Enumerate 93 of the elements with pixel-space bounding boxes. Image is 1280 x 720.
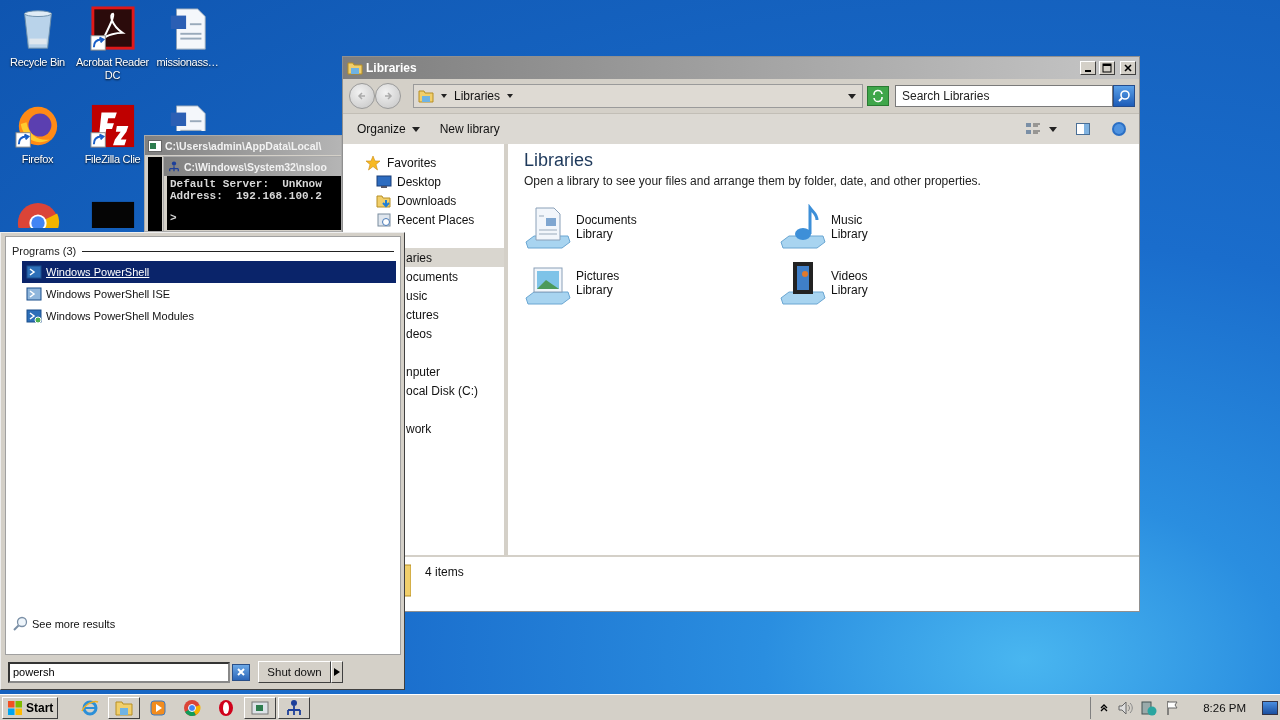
nav-item[interactable]: Favorites — [343, 153, 504, 172]
pdf-reader-icon[interactable] — [89, 6, 136, 52]
see-more-link[interactable]: See more results — [32, 618, 116, 630]
close-icon — [1123, 63, 1133, 73]
library-type: Library — [576, 227, 614, 241]
start-button[interactable]: Start — [2, 696, 59, 719]
library-type: Library — [831, 227, 868, 241]
taskbar-button[interactable] — [108, 696, 141, 719]
browser-icon — [183, 698, 202, 717]
show-desktop-button[interactable] — [1262, 700, 1278, 715]
library-name[interactable]: Pictures — [576, 269, 620, 283]
star-icon — [365, 154, 381, 171]
minimize-button[interactable] — [1080, 61, 1096, 75]
icon-label: Firefox — [21, 153, 54, 166]
filezilla-icon[interactable] — [89, 103, 136, 149]
library-type: Library — [576, 283, 614, 297]
toolbar-button[interactable]: New library — [433, 119, 506, 139]
address-bar[interactable]: Libraries — [413, 84, 863, 108]
icon-label: Acrobat Reader DC — [75, 56, 150, 82]
dropdown-icon[interactable] — [848, 92, 856, 100]
monitor-icon — [376, 173, 392, 190]
film-strip-icon[interactable] — [779, 260, 827, 306]
forward-arrow-icon — [382, 90, 394, 102]
section-title: Programs (3) — [12, 245, 77, 257]
item-count: 4 items — [425, 565, 464, 579]
icon-label: FileZilla Clie — [84, 153, 141, 166]
clear-button[interactable] — [232, 663, 250, 681]
nav-item[interactable]: Recent Places — [343, 210, 504, 229]
taskbar-button[interactable] — [244, 696, 277, 719]
search-icon — [1117, 89, 1131, 103]
powershell-icon — [26, 308, 42, 324]
folder-icon — [115, 698, 134, 717]
nav-item[interactable]: Downloads — [343, 191, 504, 210]
program-item[interactable]: Windows PowerShell — [22, 261, 396, 283]
page-heading: Libraries — [524, 150, 595, 171]
back-arrow-icon — [356, 90, 368, 102]
browser-icon — [81, 698, 100, 717]
window-title: C:\Windows\System32\nsloo — [184, 160, 327, 173]
download-folder-icon — [376, 192, 392, 209]
shut-down-options-button[interactable] — [331, 661, 343, 683]
powershell-icon — [26, 264, 42, 280]
folder-icon — [418, 88, 434, 104]
four-squares-icon — [7, 699, 23, 716]
window-title: C:\Users\admin\AppData\Local\ — [165, 139, 322, 152]
console-line: Default Server: UnKnow — [170, 178, 323, 190]
library-name[interactable]: Videos — [831, 269, 868, 283]
shut-down-button[interactable]: Shut down — [258, 661, 331, 683]
close-icon — [236, 667, 246, 677]
network-icon — [167, 160, 181, 173]
network-icon — [285, 698, 304, 717]
minimize-icon — [1085, 70, 1091, 72]
description: Open a library to see your files and arrange them by folder, date, and other properties. — [524, 174, 982, 188]
library-type: Library — [831, 283, 868, 297]
speaker-icon[interactable] — [1117, 699, 1134, 716]
breadcrumb-item[interactable]: Libraries — [454, 89, 501, 103]
library-name[interactable]: Music — [831, 213, 868, 227]
library-name[interactable]: Documents — [576, 213, 637, 227]
maximize-icon — [1102, 63, 1112, 73]
caret-icon[interactable] — [440, 92, 448, 100]
search-field[interactable]: powersh — [8, 661, 230, 683]
taskbar-button[interactable] — [278, 696, 311, 719]
nav-item[interactable]: Desktop — [343, 172, 504, 191]
console-icon — [251, 698, 270, 717]
ring-icon — [217, 698, 236, 717]
preview-pane-icon[interactable] — [1075, 121, 1091, 137]
powershell-icon — [26, 286, 42, 302]
toolbar-button[interactable]: Organize — [351, 119, 426, 139]
chevron-up-icon[interactable] — [1099, 702, 1110, 713]
network-icon[interactable] — [1141, 699, 1158, 716]
music-note-icon[interactable] — [779, 204, 827, 250]
search-field[interactable]: Search Libraries — [895, 85, 1113, 107]
clock[interactable]: 8:26 PM — [1203, 701, 1246, 714]
program-item[interactable]: Windows PowerShell Modules — [22, 305, 396, 327]
console-line: > — [170, 212, 178, 224]
window-title: Libraries — [366, 61, 417, 75]
caret-icon — [334, 668, 340, 676]
icon-label: Recycle Bin — [10, 56, 65, 69]
refresh-button[interactable] — [867, 86, 889, 106]
maximize-button[interactable] — [1099, 61, 1115, 75]
caret-icon[interactable] — [1049, 125, 1057, 133]
program-item[interactable]: Windows PowerShell ISE — [22, 283, 396, 305]
console-icon — [148, 139, 162, 152]
play-icon — [149, 698, 168, 717]
close-button[interactable] — [1120, 61, 1136, 75]
recent-places-icon — [376, 211, 392, 228]
caret-icon[interactable] — [506, 92, 515, 100]
search-button[interactable] — [1113, 85, 1135, 107]
folder-icon — [347, 60, 363, 76]
app-icon[interactable] — [89, 200, 136, 228]
console-line: Address: 192.168.100.2 — [170, 190, 323, 202]
refresh-icon — [871, 89, 885, 103]
search-icon — [12, 616, 28, 632]
icon-label: missionass… — [156, 56, 219, 69]
